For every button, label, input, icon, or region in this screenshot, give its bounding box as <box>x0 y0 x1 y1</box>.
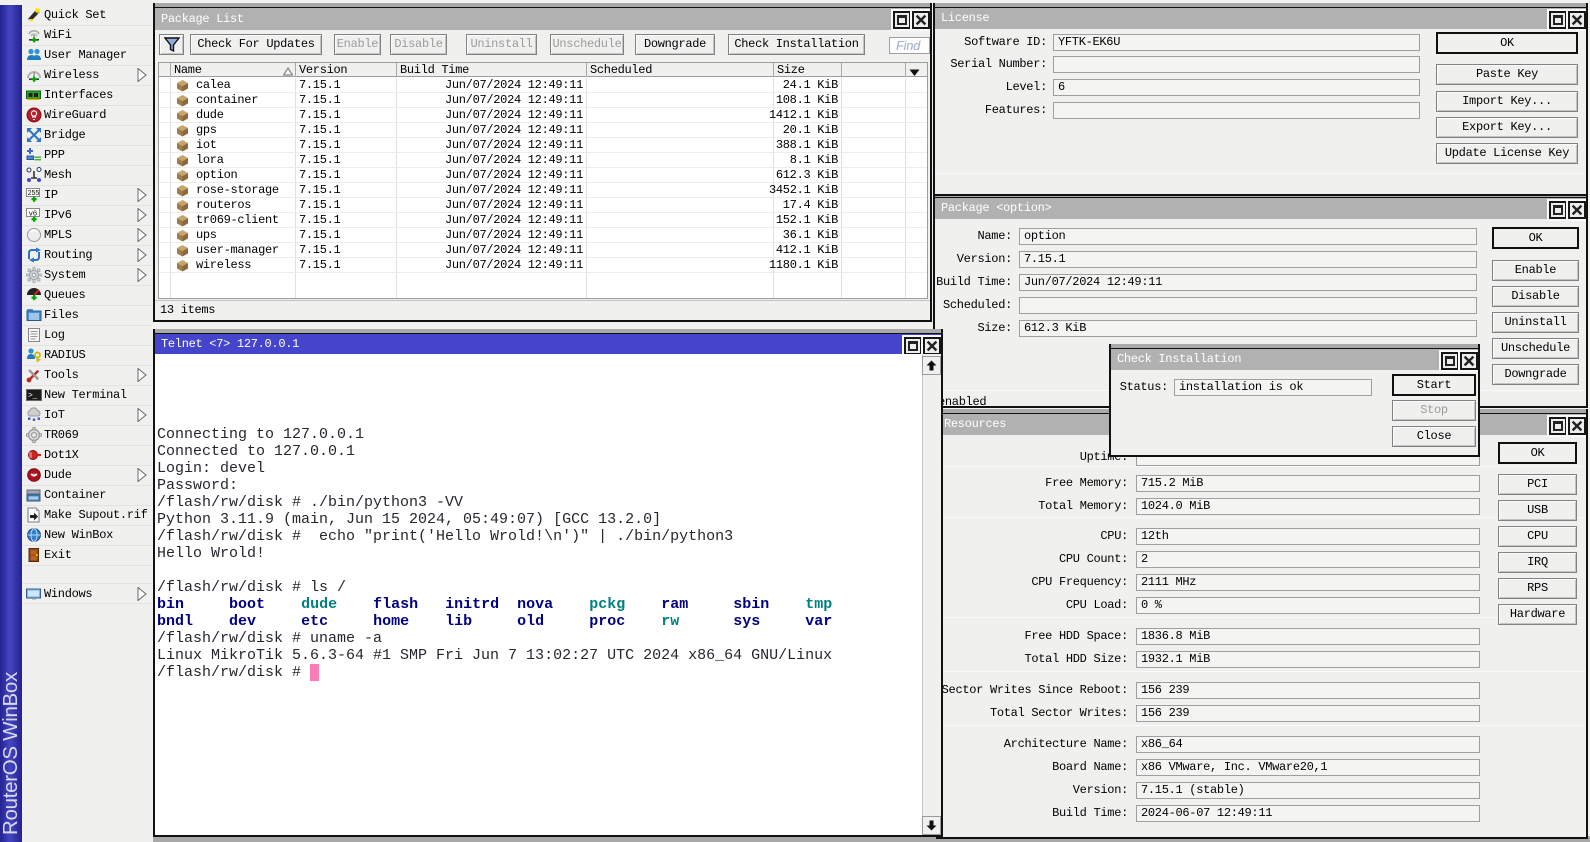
svg-text:>_: >_ <box>28 392 38 401</box>
